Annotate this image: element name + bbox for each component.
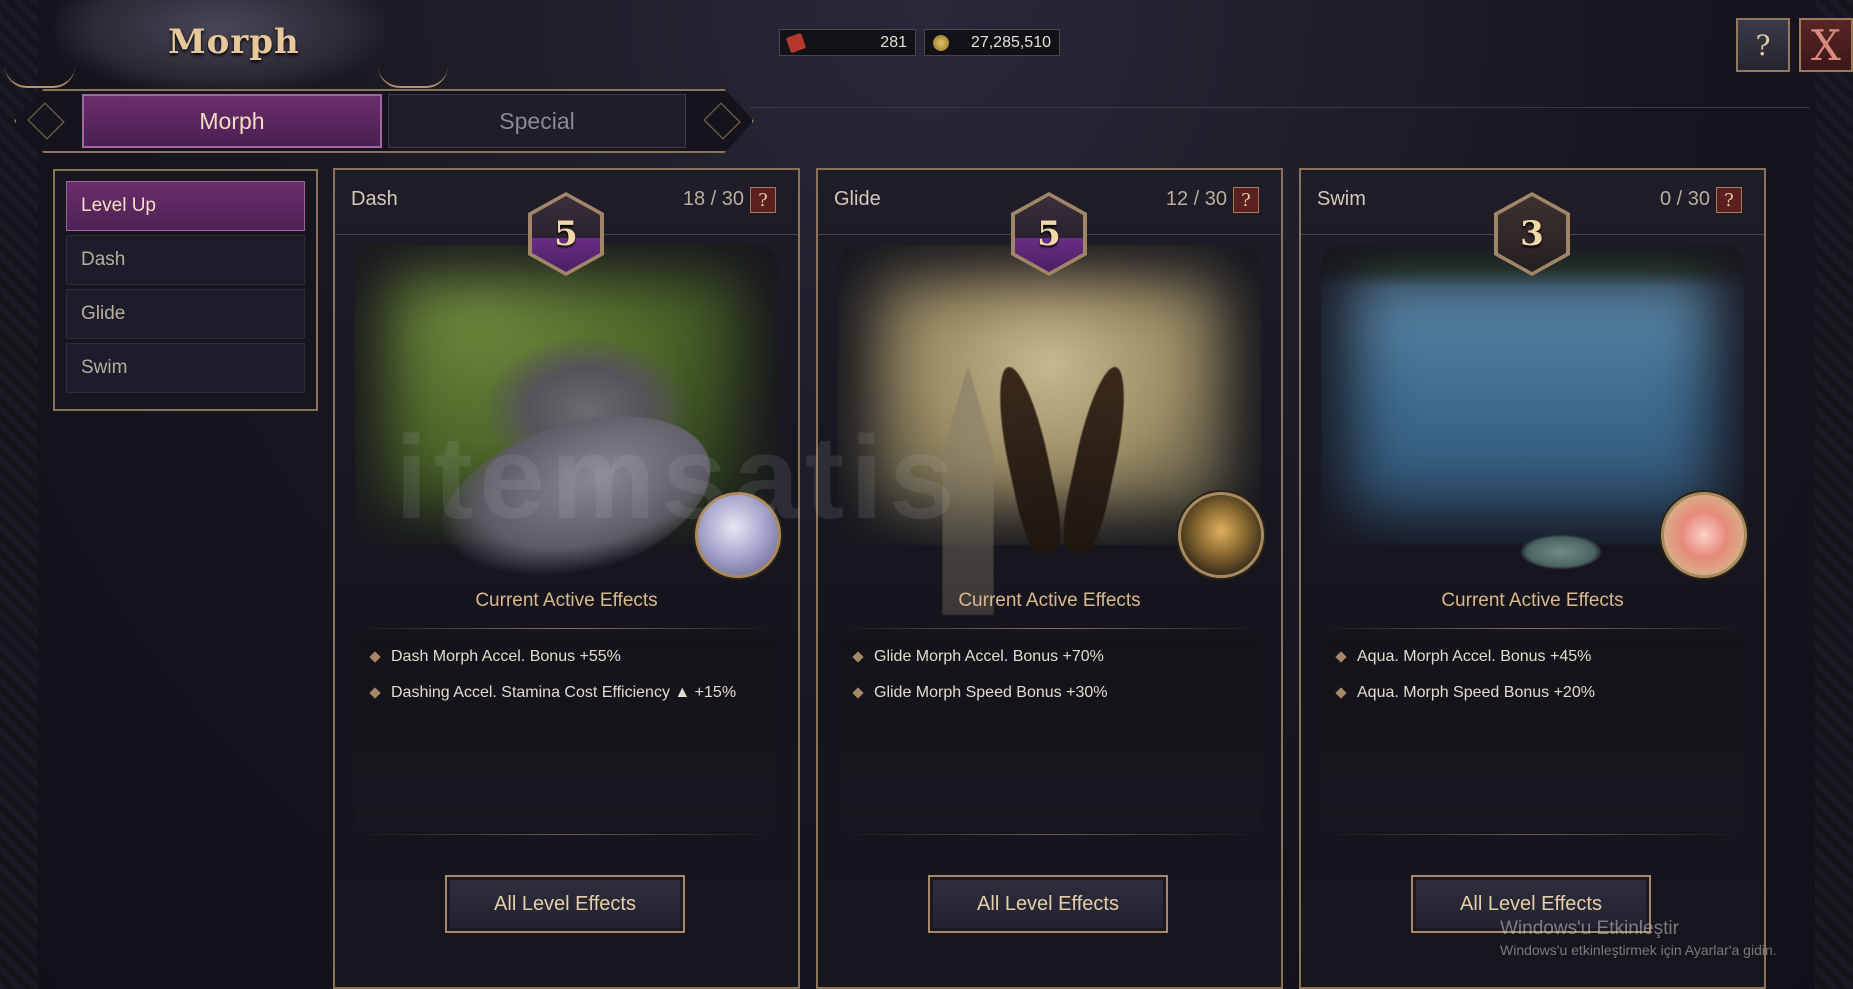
effects-title: Current Active Effects — [1441, 590, 1624, 611]
effect-item: Glide Morph Accel. Bonus +70% — [852, 648, 1104, 666]
card-help-icon[interactable]: ? — [1716, 187, 1742, 213]
title-flourish-left — [5, 66, 75, 88]
tabbar-divider — [750, 107, 1810, 108]
effect-text: Dash Morph Accel. Bonus +55% — [391, 648, 621, 665]
activation-subtitle: Windows'u etkinleştirmek için Ayarlar'a … — [1500, 942, 1777, 958]
morph-card-glide: Glide 12 / 30 ? 5 Current Active Effects… — [816, 168, 1283, 989]
fish-portrait-icon[interactable] — [1661, 492, 1747, 578]
bullet-diamond-icon — [369, 687, 381, 699]
currency-gold: 27,285,510 — [924, 29, 1060, 56]
help-book-icon: ? — [1755, 28, 1771, 62]
bullet-diamond-icon — [1335, 687, 1347, 699]
wing-right-figure — [1056, 362, 1136, 558]
level-value: 3 — [1498, 196, 1566, 272]
card-name: Swim — [1317, 188, 1366, 210]
card-progress-count: 0 / 30 — [1659, 188, 1710, 210]
bullet-diamond-icon — [852, 687, 864, 699]
currency-value: 281 — [880, 33, 907, 51]
windows-activation-notice: Windows'u Etkinleştir Windows'u etkinleş… — [1500, 918, 1777, 958]
bullet-diamond-icon — [1335, 651, 1347, 663]
currency-red-token: 281 — [779, 29, 916, 56]
effect-item: Dashing Accel. Stamina Cost Efficiency ▲… — [369, 684, 737, 702]
bottom-divider — [838, 834, 1261, 835]
effect-item: Dash Morph Accel. Bonus +55% — [369, 648, 621, 666]
left-border-pattern — [0, 0, 38, 989]
effects-divider — [838, 628, 1261, 629]
effect-item: Aqua. Morph Accel. Bonus +45% — [1335, 648, 1592, 666]
tab-special[interactable]: Special — [388, 94, 686, 148]
card-name: Dash — [351, 188, 398, 210]
menu-item-level-up[interactable]: Level Up — [66, 181, 305, 231]
help-button[interactable]: ? — [1736, 18, 1790, 72]
close-button[interactable]: X — [1799, 18, 1853, 72]
gold-coin-icon — [933, 34, 949, 51]
effect-item: Aqua. Morph Speed Bonus +20% — [1335, 684, 1595, 702]
card-progress-count: 12 / 30 — [1165, 188, 1227, 210]
effects-title: Current Active Effects — [958, 590, 1141, 611]
morph-card-swim: Swim 0 / 30 ? 3 Current Active Effects A… — [1299, 168, 1766, 989]
card-help-icon[interactable]: ? — [750, 187, 776, 213]
wing-left-figure — [988, 362, 1068, 558]
activation-title: Windows'u Etkinleştir — [1500, 918, 1679, 939]
effect-text: Glide Morph Accel. Bonus +70% — [874, 648, 1104, 665]
level-value: 5 — [1015, 196, 1083, 272]
level-value: 5 — [532, 196, 600, 272]
effect-text: Aqua. Morph Accel. Bonus +45% — [1357, 648, 1592, 665]
side-menu: Level Up Dash Glide Swim — [53, 169, 318, 411]
bullet-diamond-icon — [369, 651, 381, 663]
effect-text: Glide Morph Speed Bonus +30% — [874, 684, 1108, 701]
menu-item-glide[interactable]: Glide — [66, 289, 305, 339]
card-progress-count: 18 / 30 — [682, 188, 744, 210]
right-border-pattern — [1815, 0, 1853, 989]
title-flourish-right — [378, 66, 448, 88]
effects-divider — [355, 628, 778, 629]
page-title: Morph — [168, 22, 300, 62]
red-token-icon — [785, 32, 807, 53]
morph-card-dash: Dash 18 / 30 ? 5 Current Active Effects … — [333, 168, 800, 989]
effect-item: Glide Morph Speed Bonus +30% — [852, 684, 1108, 702]
currency-value: 27,285,510 — [970, 33, 1051, 51]
effects-title: Current Active Effects — [475, 590, 658, 611]
effect-text: Aqua. Morph Speed Bonus +20% — [1357, 684, 1595, 701]
effect-text: Dashing Accel. Stamina Cost Efficiency ▲… — [391, 684, 737, 701]
wolf-portrait-icon[interactable] — [695, 492, 781, 578]
tab-morph[interactable]: Morph — [82, 94, 382, 148]
bottom-divider — [355, 834, 778, 835]
turtle-figure — [1521, 535, 1601, 569]
menu-item-swim[interactable]: Swim — [66, 343, 305, 393]
bullet-diamond-icon — [852, 651, 864, 663]
close-icon: X — [1811, 20, 1841, 70]
card-help-icon[interactable]: ? — [1233, 187, 1259, 213]
tower-figure — [942, 365, 994, 615]
card-name: Glide — [834, 188, 881, 210]
all-level-effects-button[interactable]: All Level Effects — [928, 875, 1168, 933]
all-level-effects-button[interactable]: All Level Effects — [445, 875, 685, 933]
owl-portrait-icon[interactable] — [1178, 492, 1264, 578]
menu-item-dash[interactable]: Dash — [66, 235, 305, 285]
effects-divider — [1321, 628, 1744, 629]
panther-figure — [418, 385, 732, 615]
bottom-divider — [1321, 834, 1744, 835]
